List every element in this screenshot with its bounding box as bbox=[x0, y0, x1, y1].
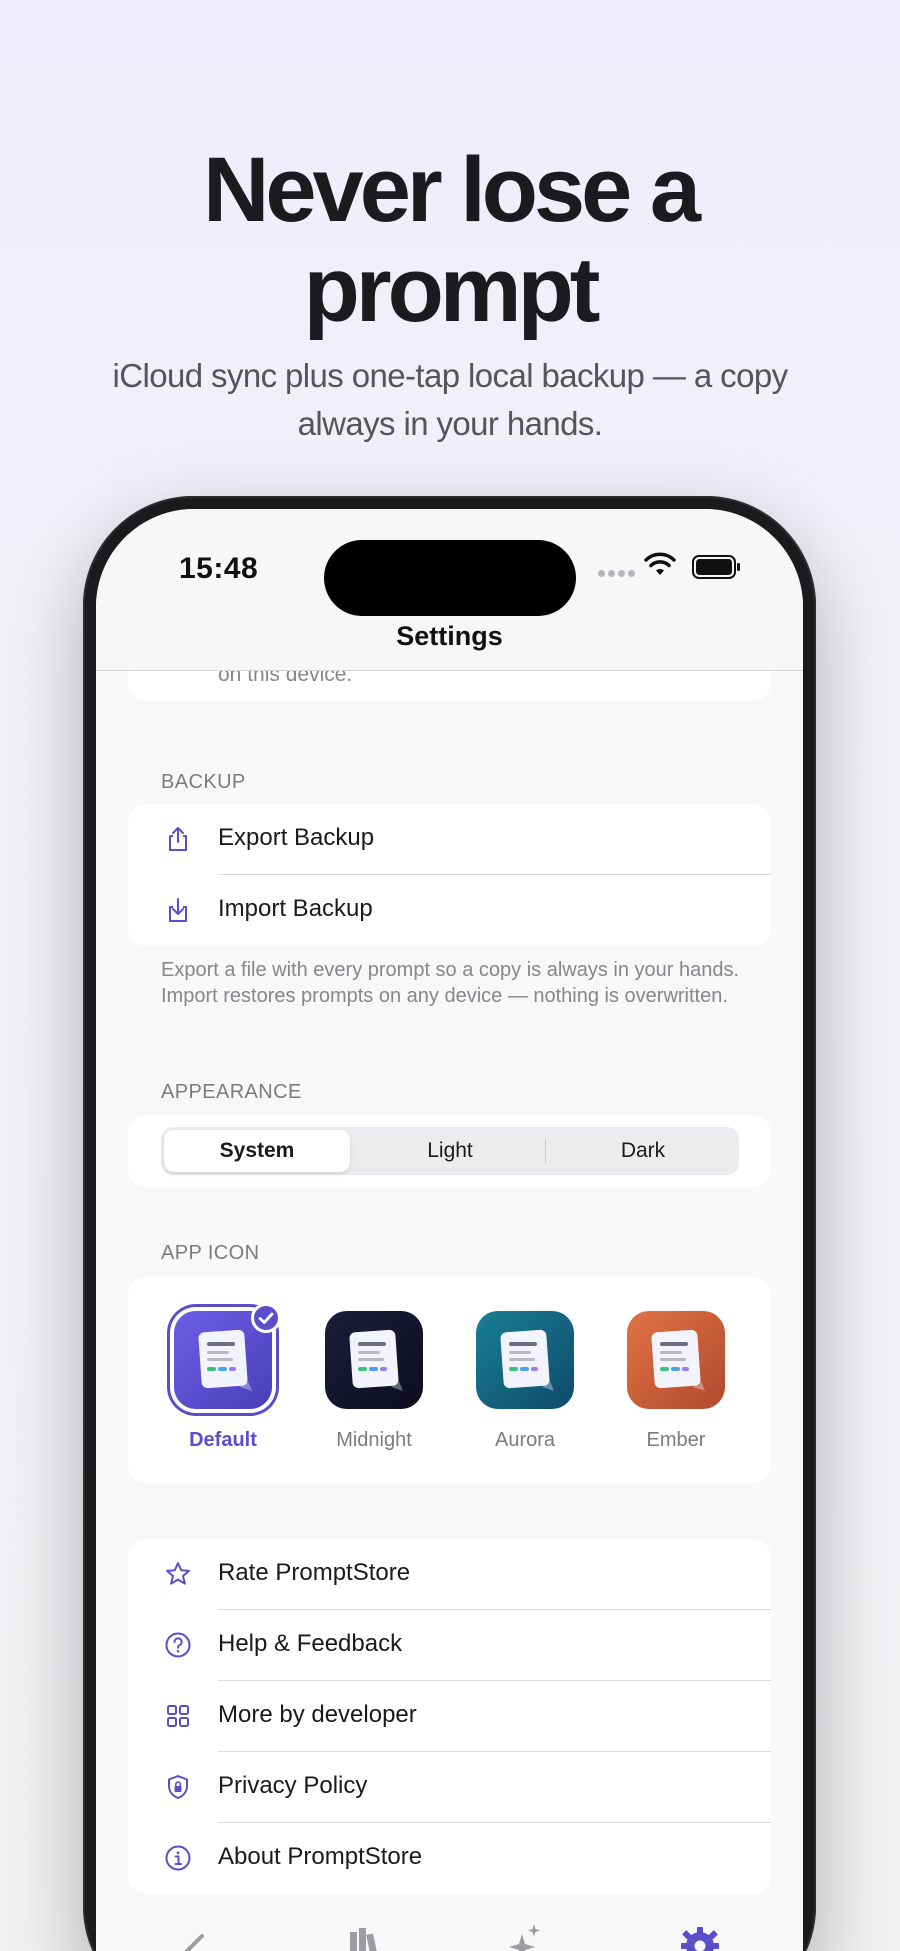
privacy-policy-row[interactable]: Privacy Policy bbox=[128, 1752, 771, 1823]
dynamic-island bbox=[324, 540, 576, 616]
export-backup-label: Export Backup bbox=[218, 824, 375, 851]
document-glyph-icon bbox=[349, 1329, 403, 1391]
library-tab-icon[interactable] bbox=[336, 1914, 396, 1951]
appearance-segmented-control: System Light Dark bbox=[161, 1127, 739, 1175]
selected-checkmark-icon bbox=[251, 1303, 281, 1333]
app-icon-option-midnight[interactable] bbox=[325, 1311, 423, 1409]
app-icon-label: Midnight bbox=[336, 1429, 412, 1451]
sparkles-tab-icon[interactable] bbox=[496, 1914, 556, 1951]
tab-bar bbox=[96, 1914, 803, 1951]
segment-light[interactable]: Light bbox=[357, 1130, 543, 1172]
document-glyph-icon bbox=[651, 1329, 705, 1391]
rate-app-row[interactable]: Rate PromptStore bbox=[128, 1539, 771, 1610]
app-icon-label: Ember bbox=[646, 1429, 706, 1451]
app-icon-label: Aurora bbox=[494, 1429, 556, 1451]
about-app-row[interactable]: About PromptStore bbox=[128, 1823, 771, 1894]
page-title: Settings bbox=[396, 621, 503, 651]
status-time: 15:48 bbox=[179, 552, 259, 585]
about-app-label: About PromptStore bbox=[218, 1843, 423, 1870]
backup-section-header: BACKUP bbox=[161, 771, 246, 793]
segment-system[interactable]: System bbox=[164, 1130, 350, 1172]
more-card: Rate PromptStore Help & Feedback More by… bbox=[128, 1539, 771, 1894]
import-backup-label: Import Backup bbox=[218, 895, 373, 922]
headline-line-1: Never lose a bbox=[202, 139, 701, 241]
segment-divider bbox=[545, 1139, 546, 1163]
shield-lock-icon bbox=[168, 1775, 188, 1799]
subheadline-line-1: iCloud sync plus one-tap local backup — … bbox=[112, 357, 789, 394]
app-icon-card: Default Midnight Aurora Ember bbox=[128, 1277, 771, 1483]
more-by-developer-label: More by developer bbox=[218, 1701, 417, 1728]
grid-apps-icon bbox=[167, 1705, 189, 1727]
app-icon-label: Default bbox=[189, 1429, 257, 1451]
navigation-bar: 15:48 Settings bbox=[96, 509, 803, 671]
document-glyph-icon bbox=[500, 1329, 554, 1391]
help-feedback-row[interactable]: Help & Feedback bbox=[128, 1610, 771, 1681]
subheadline: iCloud sync plus one-tap local backup — … bbox=[70, 352, 830, 448]
wifi-icon bbox=[644, 552, 676, 575]
headline-line-2: prompt bbox=[303, 239, 601, 341]
app-icon-option-ember[interactable] bbox=[627, 1311, 725, 1409]
more-by-developer-row[interactable]: More by developer bbox=[128, 1681, 771, 1752]
rate-app-label: Rate PromptStore bbox=[218, 1559, 411, 1586]
privacy-policy-label: Privacy Policy bbox=[218, 1772, 368, 1799]
info-circle-icon bbox=[165, 1845, 191, 1871]
star-icon bbox=[166, 1562, 190, 1585]
export-backup-row[interactable]: Export Backup bbox=[128, 804, 771, 875]
headline: Never lose a prompt bbox=[0, 140, 900, 340]
app-icon-option-aurora[interactable] bbox=[476, 1311, 574, 1409]
settings-gear-tab-icon[interactable] bbox=[670, 1914, 730, 1951]
backup-card: Export Backup Import Backup bbox=[128, 804, 771, 946]
help-feedback-label: Help & Feedback bbox=[218, 1630, 403, 1657]
phone-frame: on this device. BACKUP Export Backup Imp… bbox=[83, 496, 816, 1951]
phone-screen: on this device. BACKUP Export Backup Imp… bbox=[96, 509, 803, 1951]
app-icon-section-header: APP ICON bbox=[161, 1242, 260, 1264]
status-icons bbox=[598, 551, 758, 585]
question-circle-icon bbox=[165, 1632, 191, 1658]
segment-dark[interactable]: Dark bbox=[550, 1130, 736, 1172]
backup-footnote: Export a file with every prompt so a cop… bbox=[161, 959, 740, 1007]
pencil-tab-icon[interactable] bbox=[164, 1914, 224, 1951]
battery-icon bbox=[692, 555, 740, 579]
import-backup-row[interactable]: Import Backup bbox=[128, 875, 771, 946]
cellular-signal-icon bbox=[598, 564, 638, 582]
download-import-icon bbox=[169, 898, 187, 922]
appearance-section-header: APPEARANCE bbox=[161, 1081, 302, 1103]
subheadline-line-2: always in your hands. bbox=[297, 405, 603, 442]
appearance-card: System Light Dark bbox=[128, 1115, 771, 1187]
share-export-icon bbox=[169, 827, 187, 851]
